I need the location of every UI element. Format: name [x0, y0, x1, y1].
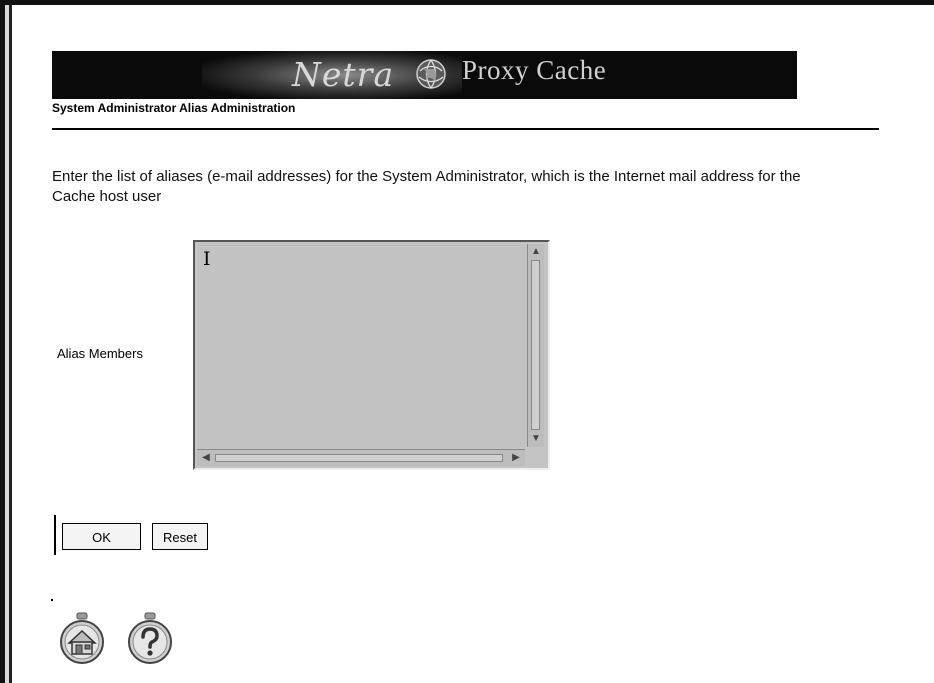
instructions-tail: Cache host user: [52, 188, 162, 205]
vertical-scrollbar[interactable]: ▲ ▼: [527, 244, 544, 447]
window-left-inner-border: [9, 5, 12, 683]
instructions-text: Enter the list of aliases (e-mail addres…: [52, 167, 852, 207]
ok-button[interactable]: OK: [62, 523, 141, 550]
alias-members-input[interactable]: I: [197, 244, 525, 447]
scroll-up-arrow-icon[interactable]: ▲: [530, 246, 542, 258]
focus-marker: [54, 515, 56, 555]
horizontal-scrollbar[interactable]: ◀ ▶: [197, 449, 525, 466]
netra-logo: Netra: [292, 55, 395, 94]
scroll-left-arrow-icon[interactable]: ◀: [200, 452, 212, 464]
decorative-dot: [51, 599, 53, 601]
vertical-scroll-thumb[interactable]: [531, 260, 540, 430]
window-top-border: [0, 0, 934, 5]
scroll-right-arrow-icon[interactable]: ▶: [510, 452, 522, 464]
reset-button[interactable]: Reset: [152, 523, 208, 550]
alias-members-textarea[interactable]: I ▲ ▼ ◀ ▶: [193, 240, 550, 470]
globe-emblem-icon: [416, 59, 446, 89]
product-banner: Netra Proxy Cache: [52, 51, 797, 99]
horizontal-scroll-thumb[interactable]: [215, 454, 503, 462]
instructions-main: Enter the list of aliases (e-mail addres…: [52, 168, 801, 185]
product-title: Proxy Cache: [462, 55, 607, 85]
header-divider: [52, 128, 879, 130]
home-icon[interactable]: [58, 612, 106, 666]
alias-members-label: Alias Members: [57, 346, 143, 361]
scroll-down-arrow-icon[interactable]: ▼: [530, 433, 542, 445]
help-icon[interactable]: [126, 612, 174, 666]
breadcrumb: System Administrator Alias Administratio…: [52, 101, 296, 115]
